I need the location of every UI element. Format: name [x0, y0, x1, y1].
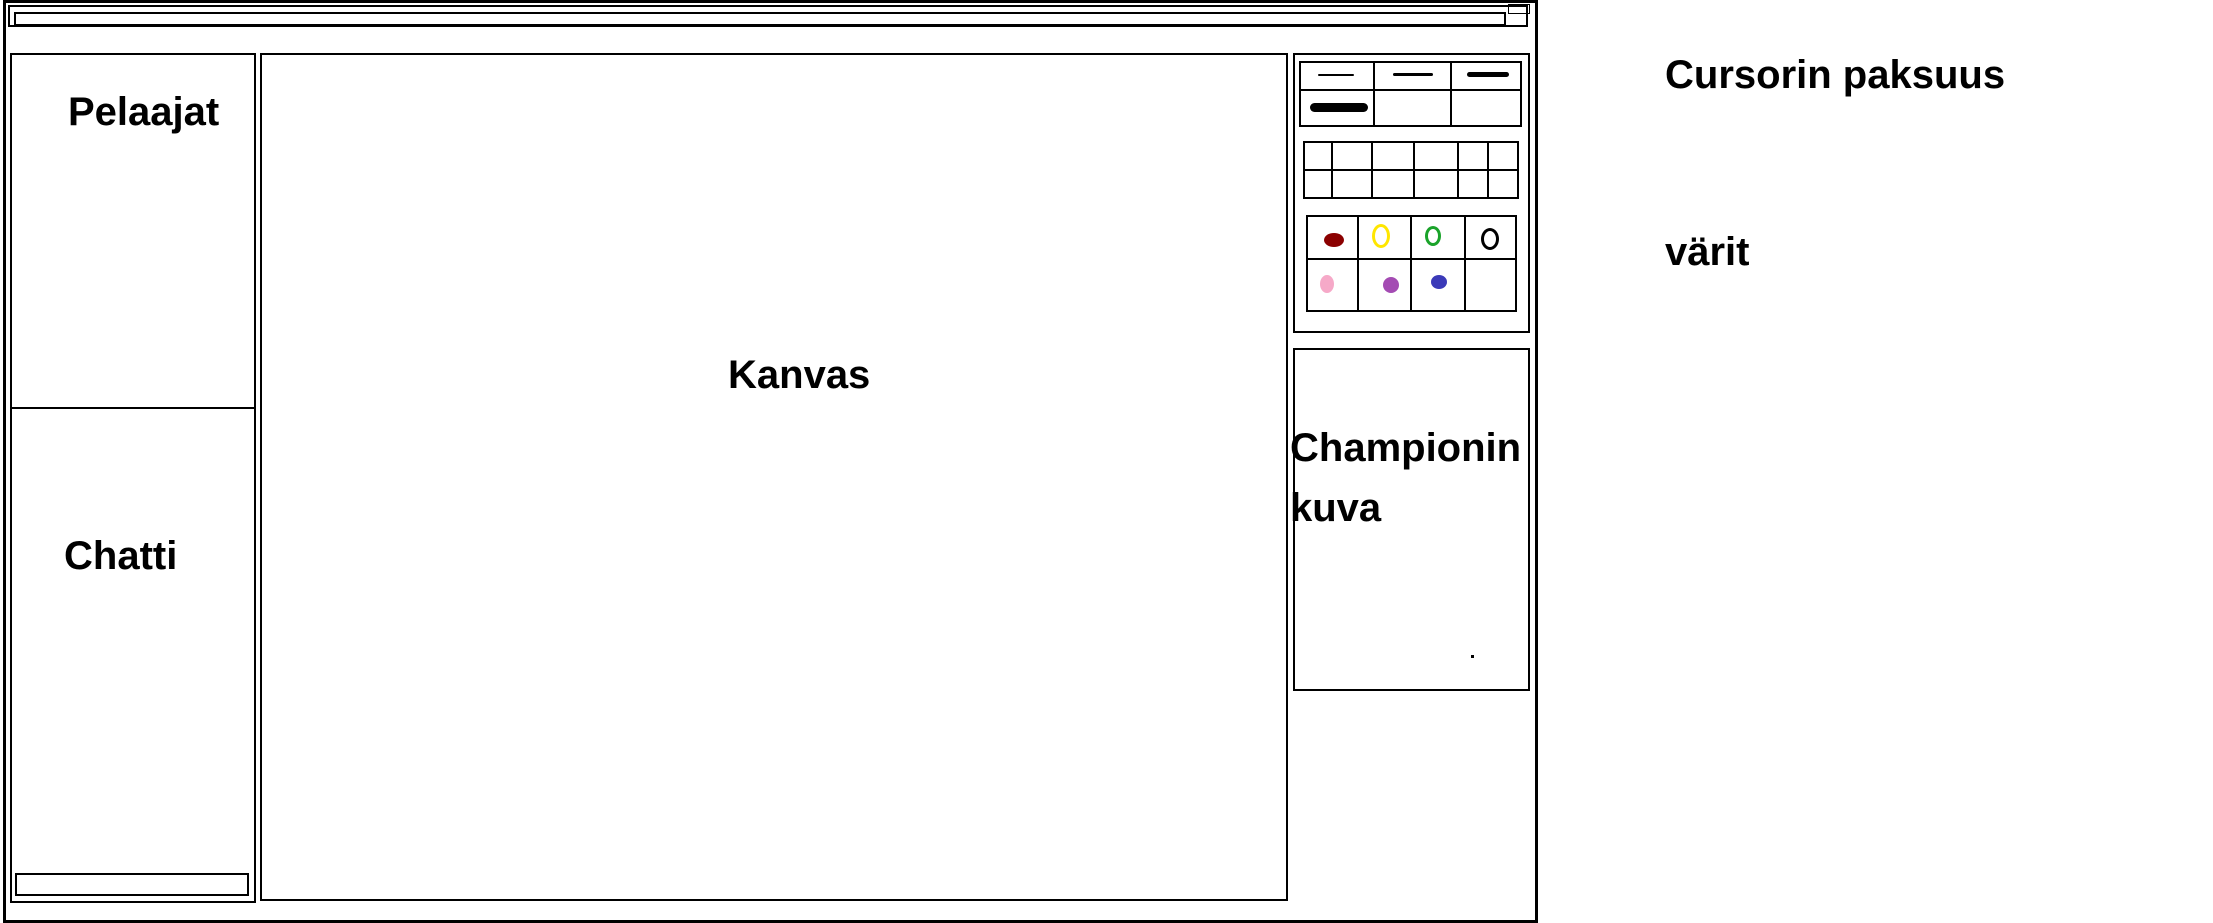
color-swatch-black[interactable]: [1481, 228, 1499, 250]
chat-input[interactable]: [15, 873, 249, 896]
drawing-canvas[interactable]: [260, 53, 1288, 901]
medium-stroke-icon: [1393, 73, 1433, 76]
players-label: Pelaajat: [68, 90, 220, 134]
thick-stroke-icon: [1467, 72, 1509, 77]
color-swatch-dark-red[interactable]: [1324, 233, 1344, 247]
palette-divider: [1464, 215, 1466, 312]
stray-dot: [1471, 655, 1474, 658]
tool-grid-divider: [1457, 141, 1459, 199]
tool-grid-divider: [1331, 141, 1333, 199]
tool-grid-divider: [1413, 141, 1415, 199]
window-controls[interactable]: [1508, 4, 1530, 14]
color-swatch-yellow[interactable]: [1372, 224, 1390, 248]
thickness-option-6[interactable]: [1450, 89, 1522, 127]
tool-grid-divider: [1487, 141, 1489, 199]
thickness-option-2[interactable]: [1373, 61, 1452, 91]
thin-stroke-icon: [1318, 74, 1354, 76]
color-swatch-purple[interactable]: [1383, 277, 1399, 293]
cursor-thickness-annotation: Cursorin paksuus: [1665, 53, 2006, 97]
color-swatch-green[interactable]: [1425, 226, 1441, 246]
palette-divider: [1410, 215, 1412, 312]
thickness-option-5[interactable]: [1373, 89, 1452, 127]
canvas-label: Kanvas: [728, 353, 871, 397]
tool-grid-divider: [1371, 141, 1373, 199]
champion-label: Championin kuva: [1290, 426, 1522, 530]
palette-divider: [1357, 215, 1359, 312]
color-swatch-pink[interactable]: [1320, 275, 1334, 293]
color-swatch-blue[interactable]: [1431, 275, 1447, 289]
thickness-option-1[interactable]: [1299, 61, 1375, 91]
colors-annotation: värit: [1665, 230, 1750, 274]
chat-label: Chatti: [64, 534, 178, 578]
thickest-stroke-icon: [1310, 103, 1368, 112]
address-bar[interactable]: [14, 12, 1506, 26]
chat-panel: [10, 407, 256, 903]
